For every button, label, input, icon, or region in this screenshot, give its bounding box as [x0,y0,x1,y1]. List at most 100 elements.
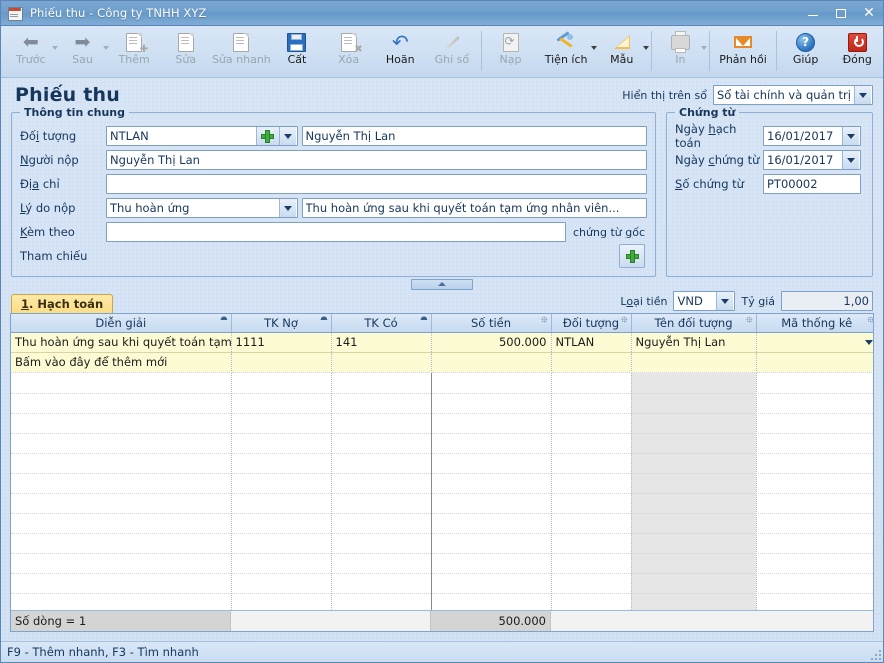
pin-icon[interactable]: ⯐ [867,317,873,326]
cell-empty[interactable] [331,352,432,373]
cell-ma-thong-ke[interactable] [755,331,873,353]
cell-tk-co[interactable]: 141 [331,332,432,353]
cell-empty[interactable] [756,352,873,373]
page-body: Phiếu thu Hiển thị trên sổ Sổ tài chính … [1,78,883,641]
toolbar-button-sau[interactable]: ➡ Sau [57,29,110,75]
footer-empty [231,611,431,631]
footer-row-count: Số dòng = 1 [11,611,231,631]
cell-add-new-hint[interactable]: Bấm vào đây để thêm mới [11,352,232,373]
toolbar-button-sua-nhanh[interactable]: Sửa nhanh [212,29,272,75]
display-on-book-select[interactable]: Sổ tài chính và quản trị [713,85,873,105]
toolbar-button-mau[interactable]: Mẫu [596,29,649,75]
pin-icon[interactable]: ⯐ [746,317,753,326]
cell-empty[interactable] [431,352,552,373]
toolbar-button-cat[interactable]: Cất [271,29,323,75]
grid-empty-area[interactable] [11,372,873,610]
doi-tuong-name-field[interactable]: Nguyễn Thị Lan [301,126,647,146]
cell-doi-tuong[interactable]: NTLAN [551,332,632,353]
pin-icon[interactable]: ⯐ [541,317,548,326]
toolbar-label: In [675,53,686,66]
chevron-down-icon[interactable] [278,127,296,145]
collapse-handle[interactable] [411,278,473,290]
toolbar-label: Xóa [338,53,360,66]
toolbar-button-dong[interactable]: Đóng [831,29,883,75]
table-row-new[interactable]: Bấm vào đây để thêm mới [11,352,873,373]
cell-dien-giai[interactable]: Thu hoàn ứng sau khi quyết toán tạm ứ [11,332,232,353]
add-reference-button[interactable] [619,244,645,268]
ngay-chung-tu-value: 16/01/2017 [767,153,834,167]
pin-icon[interactable]: ⯊ [220,317,227,326]
chevron-down-icon[interactable] [842,127,859,145]
cell-empty[interactable] [551,352,632,373]
doi-tuong-code-combo[interactable]: NTLAN [106,126,298,146]
loai-tien-label: Loại tiền [620,294,668,308]
toolbar-button-xoa[interactable]: ✖ Xóa [323,29,375,75]
ty-gia-input[interactable]: 1,00 [781,291,873,311]
pin-icon[interactable]: ⯊ [420,317,427,326]
column-header-tk-co[interactable]: TK Có ⯊ [331,314,432,333]
general-info-caption: Thông tin chung [20,106,130,119]
cell-tk-no[interactable]: 1111 [231,332,332,353]
ly-do-nop-combo[interactable]: Thu hoàn ứng [106,198,298,218]
so-chung-tu-input[interactable]: PT00002 [763,174,861,194]
resize-grip[interactable] [869,648,881,660]
add-object-icon[interactable] [255,127,279,145]
doi-tuong-label: Đối tượng [20,129,77,143]
column-header-ma-thong-ke[interactable]: Mã thống kê ⯐ [756,314,873,333]
toolbar-button-ghi-so[interactable]: Ghi sổ [426,29,478,75]
table-row[interactable]: Thu hoàn ứng sau khi quyết toán tạm ứ 11… [11,331,873,353]
field-row-tham-chieu: Tham chiếu [20,244,647,268]
ly-do-nop-detail-input[interactable]: Thu hoàn ứng sau khi quyết toán tạm ứng … [301,198,647,218]
field-row-dia-chi: Địa chỉ [20,172,647,196]
close-button[interactable]: ✕ [855,1,883,25]
toolbar-button-tien-ich[interactable]: Tiện ích [536,29,597,75]
chevron-down-icon[interactable] [854,86,871,104]
minimize-button[interactable] [799,1,827,25]
dia-chi-input[interactable] [106,174,647,194]
column-header-dien-giai[interactable]: Diễn giải ⯊ [11,314,232,333]
tab-hach-toan[interactable]: 1. Hạch toán [11,294,114,313]
chevron-down-icon[interactable] [278,199,296,217]
chevron-down-icon[interactable] [842,151,859,169]
ngay-chung-tu-datepicker[interactable]: 16/01/2017 [763,150,861,170]
toolbar-button-phan-hoi[interactable]: Phản hồi [713,29,773,75]
status-bar: F9 - Thêm nhanh, F3 - Tìm nhanh [1,641,883,662]
toolbar-button-nap[interactable]: Nạp [485,29,537,75]
cell-ten-doi-tuong[interactable]: Nguyễn Thị Lan [631,332,757,353]
tham-chieu-label: Tham chiếu [20,249,88,263]
cell-empty[interactable] [231,352,332,373]
pin-icon[interactable]: ⯐ [621,317,628,326]
pin-icon[interactable]: ⯊ [320,317,327,326]
column-header-doi-tuong[interactable]: Đối tượng ⯐ [551,314,632,333]
ngay-hach-toan-datepicker[interactable]: 16/01/2017 [763,126,861,146]
tab-and-currency-row: 1. Hạch toán Loại tiền VND Tỷ giá 1,00 [1,291,883,313]
ngay-chung-tu-label: Ngày chứng từ [675,153,760,167]
field-row-so-chung-tu: Số chứng từ PT00002 [675,172,864,196]
cell-so-tien[interactable]: 500.000 [431,332,552,353]
column-header-so-tien[interactable]: Số tiền ⯐ [431,314,552,333]
form-groups: Thông tin chung Đối tượng NTLAN Nguyễn T… [1,106,883,277]
toolbar-button-truoc[interactable]: ⬅ Trước [5,29,58,75]
save-floppy-icon [286,31,308,53]
chevron-down-icon[interactable] [701,46,708,50]
column-header-tk-no[interactable]: TK Nợ ⯊ [231,314,332,333]
cell-empty[interactable] [631,352,757,373]
toolbar-button-them[interactable]: ✚ Thêm [108,29,160,75]
ty-gia-value: 1,00 [843,294,869,308]
toolbar-button-giup[interactable]: ? Giúp [780,29,832,75]
maximize-button[interactable] [827,1,855,25]
loai-tien-select[interactable]: VND [673,291,736,311]
field-row-doi-tuong: Đối tượng NTLAN Nguyễn Thị Lan [20,124,647,148]
kem-theo-input[interactable] [106,222,566,242]
so-chung-tu-label: Số chứng từ [675,177,744,191]
toolbar-button-hoan[interactable]: ↷ Hoãn [374,29,426,75]
chevron-down-icon[interactable] [716,292,734,310]
document-quick-edit-icon [230,31,252,53]
toolbar-button-sua[interactable]: Sửa [160,29,212,75]
panel-splitter[interactable] [1,277,883,291]
loai-tien-value: VND [677,294,703,308]
toolbar-button-in[interactable]: In [655,29,708,75]
nguoi-nop-input[interactable]: Nguyễn Thị Lan [106,150,647,170]
chevron-down-icon[interactable] [642,46,649,50]
column-header-ten-doi-tuong[interactable]: Tên đối tượng ⯐ [631,314,757,333]
